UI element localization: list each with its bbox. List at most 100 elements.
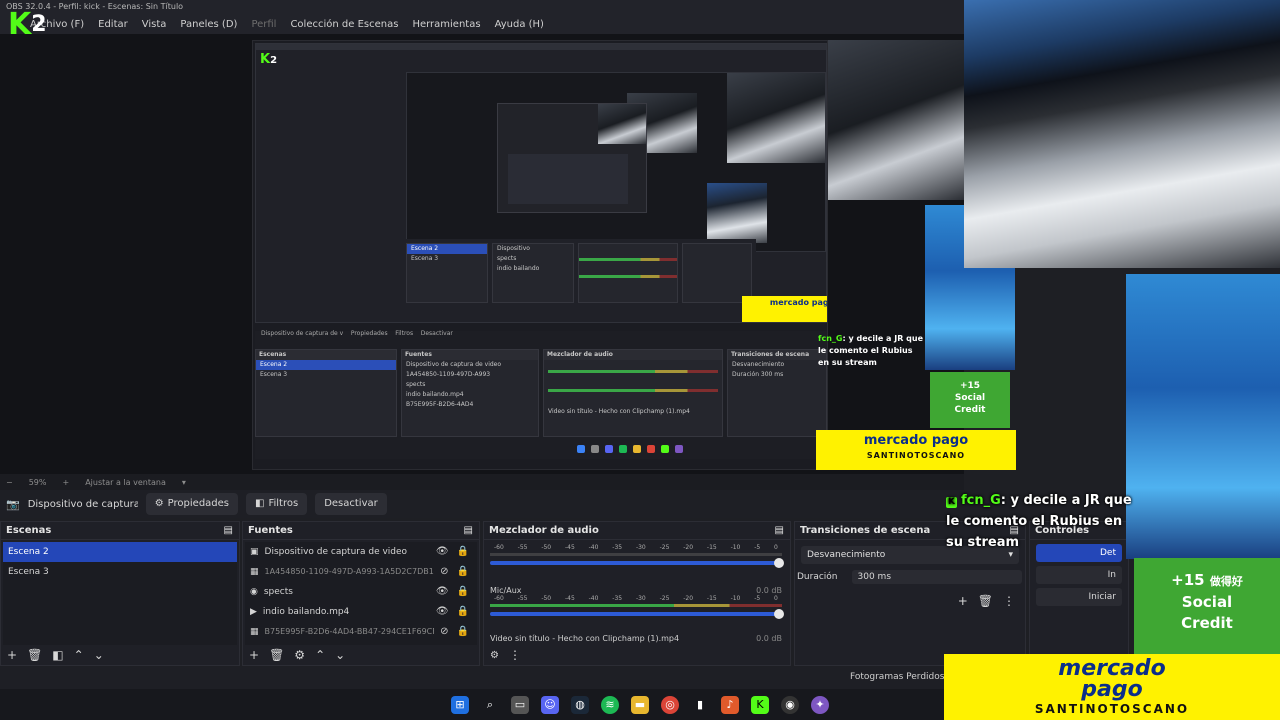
mixer-channel: Mic/Aux 0.0 dB -60 -55 -50 -45 -40 -35 -30 -25 -2… (490, 586, 784, 634)
menu-help[interactable]: Ayuda (H) (495, 19, 544, 30)
mixer-channels: -60 -55 -50 -45 -40 -35 -30 -25 -20 -15 -10 -5 0 Mic… (484, 540, 790, 645)
start-recording-button[interactable]: In (1036, 566, 1122, 584)
volume-slider[interactable] (490, 558, 784, 568)
db-tick-label: -60 (494, 595, 504, 602)
zoom-minus-icon[interactable]: − (6, 478, 13, 487)
dock-menu-icon[interactable]: ▤ (224, 522, 233, 539)
transition-menu-icon[interactable]: ⋮ (1003, 594, 1015, 608)
discord-icon[interactable]: ☺ (541, 695, 559, 714)
fit-window-label[interactable]: Ajustar a la ventana (85, 478, 166, 487)
db-tick-label: -25 (659, 595, 670, 602)
eye-off-icon[interactable]: ⊘ (440, 622, 448, 642)
nested-preview-4 (508, 154, 628, 204)
filters-button[interactable]: ◧ Filtros (246, 493, 308, 515)
db-tick-label: -35 (612, 544, 623, 551)
scene-item[interactable]: Escena 3 (3, 562, 237, 582)
steam-icon[interactable]: ◍ (571, 695, 589, 714)
zoom-bar: − 59% + Ajustar a la ventana ▾ (0, 474, 964, 490)
remove-scene-icon[interactable]: 🗑 (27, 648, 42, 662)
nested-dancer (707, 183, 767, 243)
start-virtualcam-button[interactable]: Iniciar (1036, 588, 1122, 606)
chat-overlay: Kfcn_G: y decile a JR que le comento el … (946, 490, 1136, 553)
channel-name: Mic/Aux (490, 586, 522, 595)
kick-app-icon[interactable]: K (751, 695, 769, 714)
move-down-icon[interactable]: ⌄ (94, 648, 104, 662)
move-up-icon[interactable]: ⌃ (315, 648, 325, 662)
globe-icon: ◉ (250, 587, 258, 597)
volume-slider[interactable] (490, 609, 784, 619)
spotify-icon[interactable]: ≋ (601, 695, 619, 714)
db-tick-label: -10 (730, 595, 741, 602)
db-tick-label: -30 (635, 595, 646, 602)
lock-icon[interactable]: 🔒 (457, 582, 469, 602)
zoom-value[interactable]: 59% (29, 478, 47, 487)
add-source-icon[interactable]: + (249, 648, 259, 662)
remove-transition-icon[interactable]: 🗑 (978, 594, 993, 608)
search-icon[interactable]: ⌕ (481, 696, 499, 714)
fit-dropdown-icon[interactable]: ▾ (182, 478, 186, 487)
app-icon[interactable]: ✦ (811, 695, 829, 714)
chrome-icon[interactable]: ◎ (661, 695, 679, 714)
preview-social-credit-sticker: +15 Social Credit (930, 372, 1010, 428)
windows-start-icon[interactable]: ⊞ (451, 695, 469, 714)
properties-button[interactable]: ⚙ Propiedades (145, 493, 238, 515)
volume-meter (490, 604, 782, 607)
eye-off-icon[interactable]: ⊘ (440, 562, 448, 582)
move-down-icon[interactable]: ⌄ (335, 648, 345, 662)
dock-menu-icon[interactable]: ▤ (775, 522, 784, 539)
zoom-plus-icon[interactable]: + (62, 478, 69, 487)
scene-item[interactable]: Escena 2 (3, 542, 237, 562)
mixer-settings-icon[interactable]: ⚙ (490, 650, 499, 661)
menu-scene-collection[interactable]: Colección de Escenas (290, 19, 398, 30)
duration-input[interactable]: 300 ms (851, 570, 1022, 584)
dock-menu-icon[interactable]: ▤ (464, 522, 473, 539)
remove-source-icon[interactable]: 🗑 (269, 648, 284, 662)
add-scene-icon[interactable]: + (7, 648, 17, 662)
scenes-dock: Escenas ▤ Escena 2 Escena 3 + 🗑 ◧ ⌃ ⌄ (0, 521, 240, 666)
lock-icon[interactable]: 🔒 (457, 602, 469, 622)
nested-preview: K2 Escena 2 Escena 3 Dispositivo spects ind… (255, 43, 827, 323)
channel-name: Video sin título - Hecho con Clipchamp (… (490, 634, 680, 643)
window-title: OBS 32.0.4 - Perfil: kick - Escenas: Sin… (0, 0, 964, 14)
source-properties-icon[interactable]: ⚙ (294, 648, 305, 662)
program-preview[interactable]: K2 Escena 2 Escena 3 Dispositivo spects ind… (252, 40, 828, 470)
eye-icon[interactable]: 👁 (436, 602, 449, 622)
scene-filters-icon[interactable]: ◧ (52, 648, 63, 662)
mixer-channel: -60 -55 -50 -45 -40 -35 -30 -25 -20 -15 -10 -5 0 (490, 544, 784, 586)
task-view-icon[interactable]: ▭ (511, 695, 529, 714)
menu-edit[interactable]: Editar (98, 19, 128, 30)
nested-docks: Escena 2 Escena 3 Dispositivo spects indio … (406, 239, 756, 319)
audio-app-icon[interactable]: ▮ (691, 696, 709, 714)
source-item[interactable]: ▦ B75E995F-B2D6-4AD4-BB47-294CE1F69CF8 ⊘ 🔒 (245, 622, 477, 642)
eye-icon[interactable]: 👁 (436, 582, 449, 602)
source-item[interactable]: ▣ Dispositivo de captura de video 👁 🔒 (245, 542, 477, 562)
eye-icon[interactable]: 👁 (436, 542, 449, 562)
menu-tools[interactable]: Herramientas (412, 19, 480, 30)
source-item[interactable]: ▦ 1A454850-1109-497D-A993-1A5D2C7DB164 ⊘ 🔒 (245, 562, 477, 582)
menu-view[interactable]: Vista (142, 19, 167, 30)
nested-webcam (727, 73, 825, 163)
source-item[interactable]: ▶ indio bailando.mp4 👁 🔒 (245, 602, 477, 622)
lock-icon[interactable]: 🔒 (457, 562, 469, 582)
folder-icon[interactable]: ▬ (631, 695, 649, 714)
obs-icon[interactable]: ◉ (781, 695, 799, 714)
db-tick-label: -55 (517, 595, 528, 602)
preview-mercadopago-overlay: mercado pago SANTINOTOSCANO (816, 430, 1016, 470)
add-transition-icon[interactable]: + (958, 594, 968, 608)
mixer-menu-icon[interactable]: ⋮ (509, 648, 521, 662)
nested-preview-3 (497, 103, 647, 213)
preview-chat-overlay: fcn_G: y decile a JR que le comento el R… (818, 334, 924, 367)
deactivate-button[interactable]: Desactivar (315, 493, 387, 515)
social-credit-sticker: +15 做得好 Social Credit (1134, 558, 1280, 654)
menu-docks[interactable]: Paneles (D) (180, 19, 237, 30)
db-tick-label: -45 (564, 595, 575, 602)
lock-icon[interactable]: 🔒 (457, 542, 469, 562)
db-tick-label: -30 (635, 544, 646, 551)
lock-icon[interactable]: 🔒 (457, 622, 469, 642)
menu-profile[interactable]: Perfil (251, 19, 276, 30)
microphone-icon[interactable]: ♪ (721, 695, 739, 714)
source-item[interactable]: ◉ spects 👁 🔒 (245, 582, 477, 602)
move-up-icon[interactable]: ⌃ (74, 648, 84, 662)
transitions-title: Transiciones de escena (800, 525, 931, 536)
scenes-title: Escenas (6, 525, 52, 536)
